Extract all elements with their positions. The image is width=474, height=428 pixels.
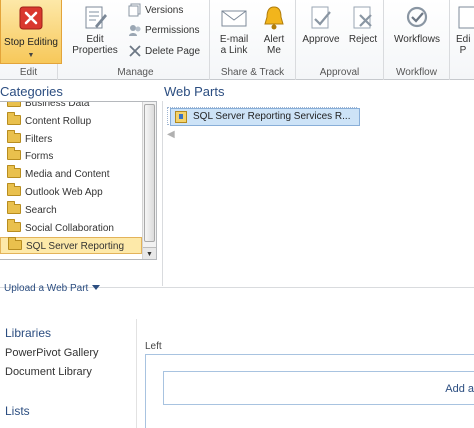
folder-icon xyxy=(7,183,21,196)
ribbon-group-share: E-mail a Link Alert Me Share & Track xyxy=(210,0,296,80)
category-label: SQL Server Reporting xyxy=(26,241,125,253)
category-item[interactable]: Forms xyxy=(0,147,142,165)
permissions-button[interactable]: Permissions xyxy=(128,22,199,40)
webparts-area: SQL Server Reporting Services R... ◀ xyxy=(162,101,474,286)
alert-me-label: Alert Me xyxy=(263,34,285,56)
ribbon-group-label: Workflow xyxy=(396,67,437,78)
category-item[interactable]: Social Collaboration xyxy=(0,218,142,237)
email-link-button[interactable]: E-mail a Link xyxy=(214,4,254,56)
ribbon-group-manage: Edit Properties Versions Permissions Del… xyxy=(62,0,210,80)
folder-icon xyxy=(7,218,21,232)
approve-icon xyxy=(311,6,331,29)
webparts-row: SQL Server Reporting Services R... xyxy=(167,107,360,126)
add-webpart-box[interactable]: Add a xyxy=(163,371,474,405)
page-content: Left Add a xyxy=(136,319,474,428)
permissions-icon xyxy=(129,25,141,37)
reject-button[interactable]: Reject xyxy=(344,4,382,45)
upload-webpart-link[interactable]: Upload a Web Part xyxy=(4,283,101,294)
webpart-item-label: SQL Server Reporting Services R... xyxy=(193,111,351,122)
category-item[interactable]: Content Rollup xyxy=(0,111,142,130)
add-webpart-link[interactable]: Add a xyxy=(445,383,474,395)
email-link-label: E-mail a Link xyxy=(219,34,249,56)
category-item[interactable]: Business Data xyxy=(0,101,142,112)
webpart-zone-left: Add a xyxy=(145,354,474,428)
categories-list: Business Data Content Rollup Filters Forms M… xyxy=(0,101,157,341)
cut-off-button[interactable]: Edi P xyxy=(452,4,474,56)
category-item[interactable]: Filters xyxy=(0,129,142,148)
category-label: Content Rollup xyxy=(25,115,92,127)
lists-heading[interactable]: Lists xyxy=(5,404,30,418)
category-item[interactable]: Media and Content xyxy=(0,165,142,183)
stop-editing-label: Stop Editing xyxy=(4,37,58,48)
alert-me-button[interactable]: Alert Me xyxy=(256,4,292,56)
delete-page-button[interactable]: Delete Page xyxy=(128,43,200,61)
workflows-label: Workflows xyxy=(394,34,440,45)
delete-page-label: Delete Page xyxy=(145,46,201,57)
workflows-button[interactable]: Workflows xyxy=(388,4,446,45)
ribbon: Stop Editing ▼ Edit Edit Properties Vers… xyxy=(0,0,474,80)
versions-icon xyxy=(128,3,141,17)
categories-scrollbar[interactable]: ▼ xyxy=(142,102,156,259)
libraries-heading[interactable]: Libraries xyxy=(5,326,51,340)
versions-label: Versions xyxy=(145,5,184,16)
folder-icon xyxy=(7,200,21,214)
ribbon-group-edit: Stop Editing ▼ Edit xyxy=(0,0,62,80)
category-label: Search xyxy=(25,204,57,216)
quick-launch: Libraries PowerPivot Gallery Document Li… xyxy=(0,319,136,428)
category-label: Filters xyxy=(25,133,53,145)
folder-icon xyxy=(7,147,21,161)
ribbon-group-label: Edit xyxy=(19,67,38,78)
folder-icon xyxy=(8,237,22,251)
zone-label-left: Left xyxy=(145,341,162,352)
category-label: Business Data xyxy=(25,101,90,109)
approve-label: Approve xyxy=(302,34,340,45)
category-label: Social Collaboration xyxy=(25,222,114,234)
edit-properties-icon xyxy=(85,6,107,29)
category-item[interactable]: SQL Server Reporting xyxy=(0,237,142,255)
workflows-icon xyxy=(406,6,428,28)
edit-properties-label: Edit Properties xyxy=(72,34,118,56)
edit-icon xyxy=(458,6,474,29)
webpart-item-sql-reporting[interactable]: SQL Server Reporting Services R... xyxy=(170,108,360,126)
categories-listbox[interactable]: Business Data Content Rollup Filters Forms M… xyxy=(0,101,157,260)
scroll-down-arrow-icon[interactable]: ▼ xyxy=(143,247,156,259)
ql-link-document-library[interactable]: Document Library xyxy=(5,366,92,378)
versions-button[interactable]: Versions xyxy=(128,2,183,20)
ribbon-group-label: Approval xyxy=(319,67,360,78)
chevron-down-icon: ▼ xyxy=(27,52,35,59)
ribbon-group-approval: Approve Reject Approval xyxy=(296,0,384,80)
report-icon xyxy=(175,111,187,123)
ribbon-group-label: Share & Track xyxy=(220,67,285,78)
envelope-icon xyxy=(221,10,247,27)
approve-button[interactable]: Approve xyxy=(300,4,342,45)
webparts-title: Web Parts xyxy=(164,84,225,99)
category-label: Forms xyxy=(25,151,54,163)
webpart-gallery: Categories Business Data Content Rollup Fi… xyxy=(0,81,474,294)
back-arrow-icon[interactable]: ◀ xyxy=(167,129,175,140)
ribbon-group-label: Manage xyxy=(117,67,154,78)
reject-label: Reject xyxy=(348,34,378,45)
bell-icon xyxy=(264,6,284,30)
folder-icon xyxy=(7,102,21,107)
scrollbar-thumb[interactable] xyxy=(144,104,155,242)
cut-off-label: Edi P xyxy=(456,34,471,56)
permissions-label: Permissions xyxy=(145,25,200,36)
category-label: Outlook Web App xyxy=(25,187,103,198)
folder-icon xyxy=(7,165,21,179)
stop-editing-button[interactable]: Stop Editing ▼ xyxy=(0,0,62,64)
edit-properties-button[interactable]: Edit Properties xyxy=(66,4,124,56)
ribbon-group-workflow: Workflows Workflow xyxy=(384,0,450,80)
folder-icon xyxy=(7,129,21,143)
stop-editing-icon xyxy=(19,6,43,30)
chevron-down-icon xyxy=(92,285,101,290)
folder-icon xyxy=(7,111,21,125)
ql-link-powerpivot-gallery[interactable]: PowerPivot Gallery xyxy=(5,347,99,359)
category-item[interactable]: Outlook Web App xyxy=(0,183,142,201)
delete-icon xyxy=(129,45,141,57)
category-label: Media and Content xyxy=(25,169,110,181)
category-item[interactable]: Search xyxy=(0,200,142,219)
upload-webpart-label: Upload a Web Part xyxy=(4,283,89,294)
categories-title: Categories xyxy=(0,84,63,99)
reject-icon xyxy=(353,6,372,29)
